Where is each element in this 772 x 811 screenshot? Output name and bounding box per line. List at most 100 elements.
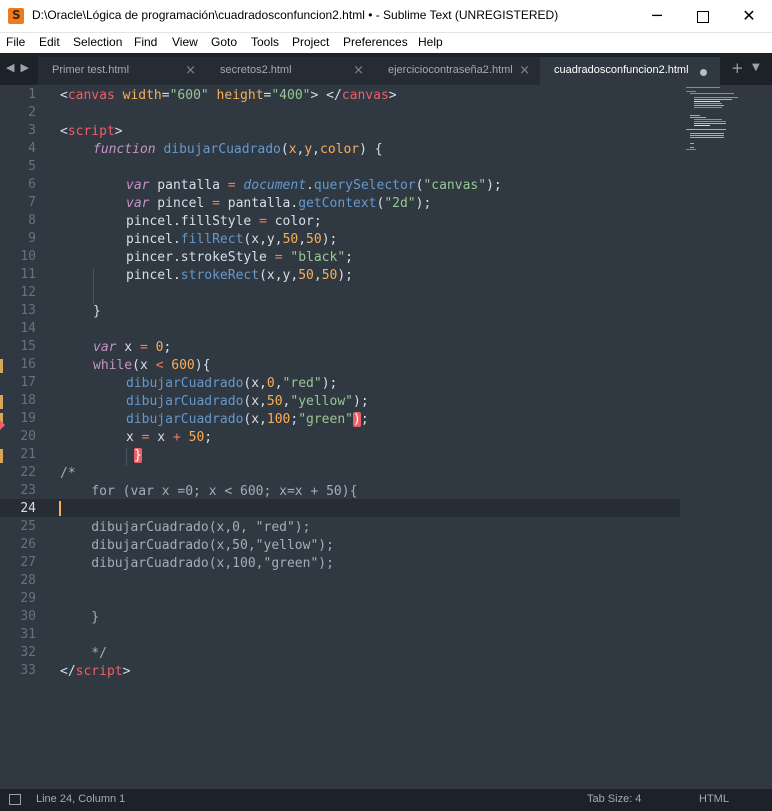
tok: (x, — [243, 412, 267, 427]
tok: = — [161, 88, 170, 103]
line-number: 6 — [28, 177, 36, 192]
menu-file[interactable]: File — [6, 35, 25, 49]
code-line-27: dibujarCuadrado(x,100,"green"); — [60, 555, 334, 573]
menu-find[interactable]: Find — [134, 35, 157, 49]
tok: = — [274, 250, 283, 265]
tok: < — [60, 124, 68, 139]
menu-edit[interactable]: Edit — [39, 35, 60, 49]
tok: ); — [321, 376, 338, 391]
tab-close-icon[interactable]: × — [185, 63, 196, 78]
tab-label: Primer test.html — [52, 64, 130, 76]
tok: 600 — [171, 358, 195, 373]
error-marker-icon — [0, 420, 5, 430]
modified-line-marker — [0, 359, 3, 373]
tok: 50 — [321, 268, 338, 283]
code-line-10: pincer.strokeStyle = "black"; — [126, 249, 353, 267]
tok: y — [304, 142, 313, 157]
menu-selection[interactable]: Selection — [73, 35, 122, 49]
tok: (x, — [243, 394, 267, 409]
tok: "yellow" — [290, 394, 353, 409]
tok: 0 — [266, 376, 275, 391]
minimize-button[interactable]: ─ — [634, 0, 680, 32]
tok: x — [116, 340, 140, 355]
line-number: 21 — [20, 447, 36, 462]
tok: (x,y, — [243, 232, 283, 247]
tok: x — [126, 430, 142, 445]
tab-size-selector[interactable]: Tab Size: 4 — [587, 793, 641, 805]
new-tab-icon[interactable]: + — [731, 59, 744, 77]
code-line-4: function dibujarCuadrado(x,y,color) { — [93, 141, 383, 159]
modified-line-marker — [0, 395, 3, 409]
tab-ejerciciocontrasena2[interactable]: ejerciciocontraseña2.html × — [374, 57, 541, 85]
tok: > — [114, 124, 123, 139]
close-button[interactable]: ✕ — [726, 0, 772, 32]
tok: x — [149, 430, 173, 445]
tok: "600" — [169, 88, 209, 103]
window-title: D:\Oracle\Lógica de programación\cuadrad… — [32, 8, 559, 22]
minimap[interactable] — [680, 85, 772, 789]
menu-project[interactable]: Project — [292, 35, 329, 49]
tab-primer-test[interactable]: Primer test.html × — [38, 57, 207, 85]
code-line-3: <script> — [60, 123, 123, 141]
indent-guide — [126, 448, 127, 466]
tok: dibujarCuadrado(x,50,"yellow"); — [60, 538, 334, 553]
tok: ; — [204, 430, 213, 445]
maximize-button[interactable] — [680, 0, 726, 32]
tab-close-icon[interactable]: × — [353, 63, 364, 78]
tok: document — [235, 178, 307, 193]
tok: x — [288, 142, 297, 157]
code-editor[interactable]: 1 2 3 4 5 6 7 8 9 10 11 12 13 14 15 16 17 18 19 20 21 22 23 24 2… — [0, 85, 772, 789]
minimap-line — [694, 101, 720, 102]
tok: ; — [163, 340, 172, 355]
tok: = — [212, 196, 220, 211]
code-line-18: dibujarCuadrado(x,50,"yellow"); — [126, 393, 369, 411]
line-number: 16 — [20, 357, 36, 372]
code-line-22: /* — [60, 465, 76, 483]
tab-navigation-arrows-icon[interactable]: ◀▶ — [6, 61, 35, 74]
tok: dibujarCuadrado — [155, 142, 281, 157]
tab-list-chevron-icon[interactable]: ▼ — [752, 62, 760, 73]
tok: </ — [318, 88, 342, 103]
tab-cuadradosconfuncion2[interactable]: cuadradosconfuncion2.html — [540, 57, 721, 85]
menu-preferences[interactable]: Preferences — [343, 35, 408, 49]
tok: dibujarCuadrado — [126, 394, 244, 409]
line-number: 3 — [28, 123, 36, 138]
line-number: 23 — [20, 483, 36, 498]
menu-tools[interactable]: Tools — [251, 35, 279, 49]
syntax-selector[interactable]: HTML — [699, 793, 729, 805]
unsaved-dot-icon[interactable] — [700, 69, 707, 76]
tok: (x — [132, 358, 156, 373]
line-number: 4 — [28, 141, 36, 156]
menu-view[interactable]: View — [172, 35, 198, 49]
minimap-line — [686, 87, 720, 88]
modified-line-marker — [0, 449, 3, 463]
tok: getContext — [298, 196, 377, 211]
tab-secretos2[interactable]: secretos2.html × — [206, 57, 375, 85]
code-line-1: <canvas width="600" height="400"> </canv… — [60, 87, 397, 105]
tok: function — [93, 142, 156, 157]
line-number: 19 — [20, 411, 36, 426]
panel-toggle-icon[interactable] — [9, 794, 21, 805]
tok: pincer.strokeStyle — [126, 250, 275, 265]
tok: height — [208, 88, 264, 103]
tok: width — [114, 88, 162, 103]
tok: ; — [360, 412, 369, 427]
tok: strokeRect — [180, 268, 260, 283]
line-number: 33 — [20, 663, 36, 678]
minimap-line — [694, 123, 726, 124]
line-number: 15 — [20, 339, 36, 354]
tab-close-icon[interactable]: × — [519, 63, 530, 78]
tok: script — [75, 664, 123, 679]
tok: 50 — [188, 430, 205, 445]
tok: > — [122, 664, 131, 679]
tok: (x, — [243, 376, 267, 391]
menu-goto[interactable]: Goto — [211, 35, 237, 49]
tok: 50 — [306, 232, 322, 247]
tab-label: cuadradosconfuncion2.html — [554, 64, 689, 76]
menu-help[interactable]: Help — [418, 35, 443, 49]
tok: pantalla — [149, 178, 228, 193]
code-line-13: } — [93, 303, 101, 321]
tok: , — [313, 268, 322, 283]
tok: /* — [60, 466, 76, 481]
tok: ); — [321, 232, 338, 247]
